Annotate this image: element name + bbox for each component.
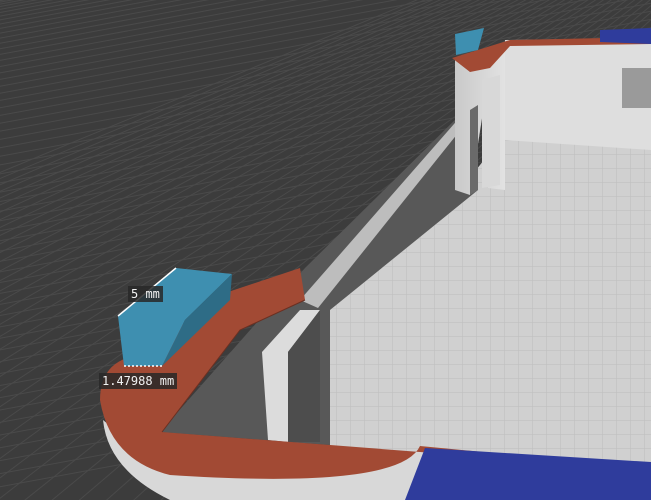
blue-face-back[interactable] (600, 28, 651, 44)
scene-canvas[interactable] (0, 0, 651, 500)
3d-viewport[interactable]: 5 mm 1.47988 mm (0, 0, 651, 500)
dimension-label-depth: 1.47988 mm (99, 373, 178, 389)
model-back-post-slot (482, 75, 500, 188)
model-back-corner-post-shadow (470, 105, 478, 195)
model-back-window (622, 68, 651, 108)
dimension-label-width: 5 mm (128, 286, 163, 302)
